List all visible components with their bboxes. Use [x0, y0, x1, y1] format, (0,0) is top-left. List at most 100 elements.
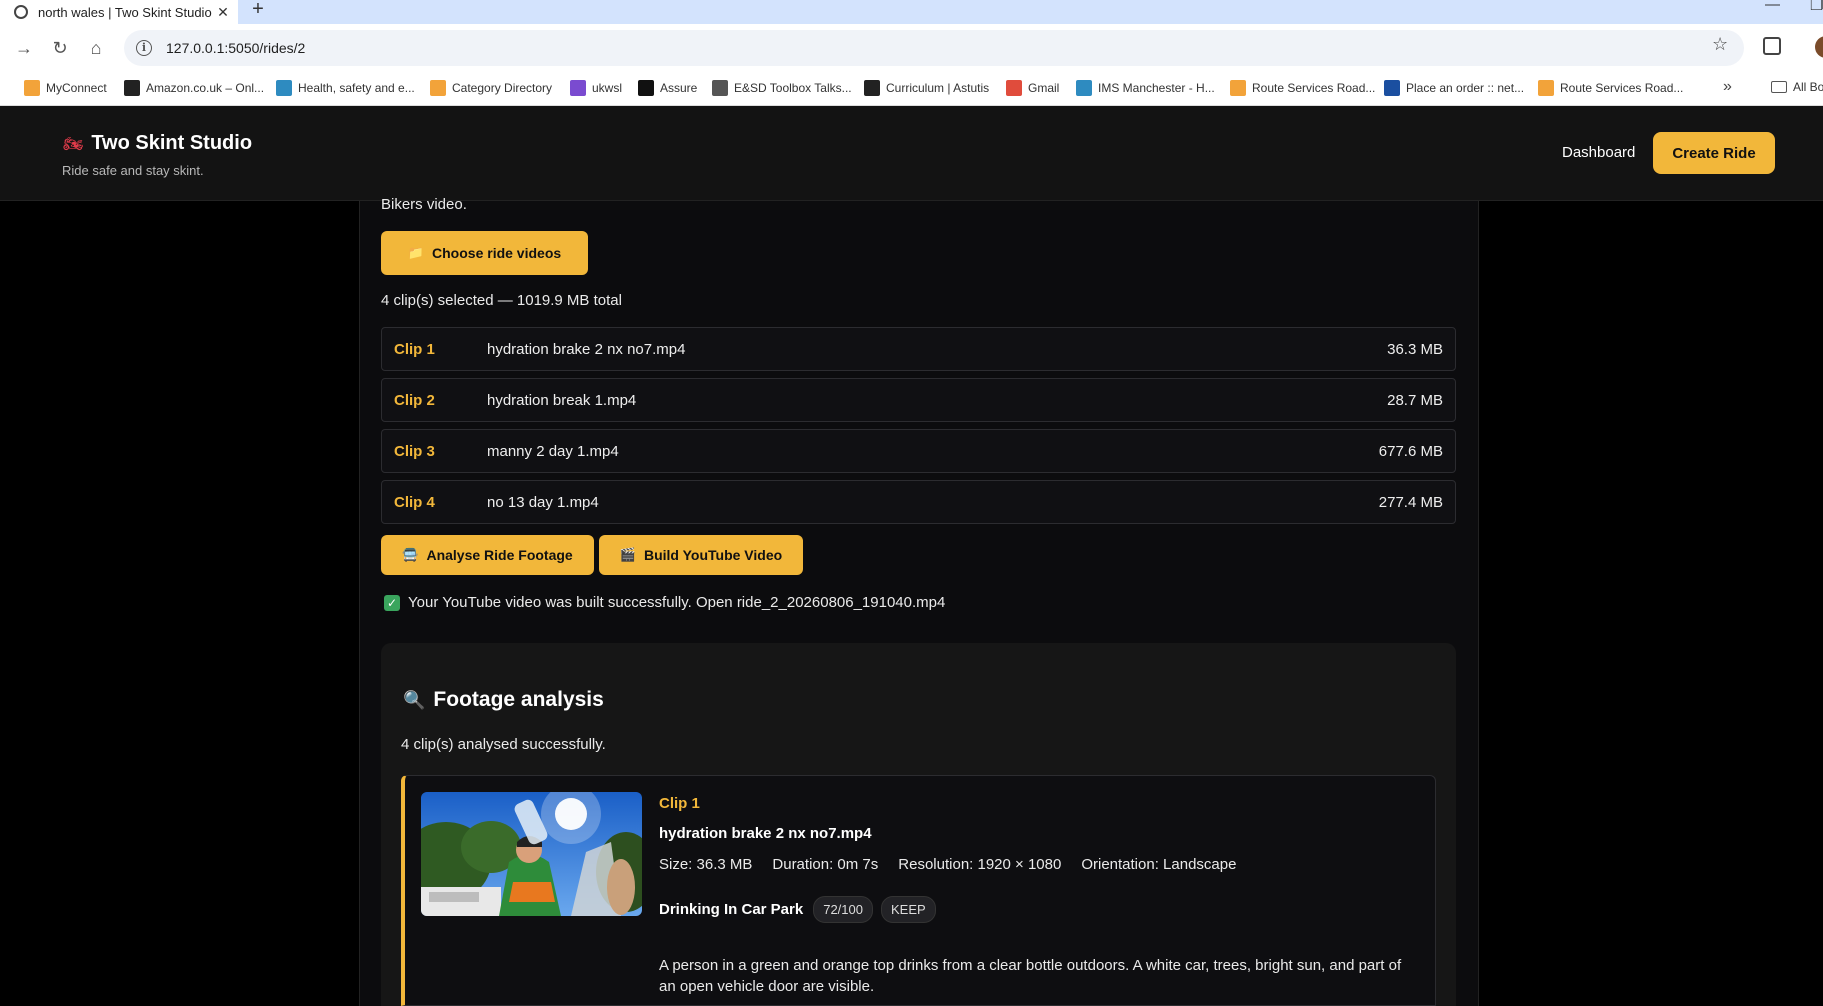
meta-orientation: Orientation: Landscape: [1081, 856, 1237, 873]
clip-description: A person in a green and orange top drink…: [659, 957, 1402, 995]
button-label: Analyse Ride Footage: [426, 547, 573, 563]
info-icon[interactable]: i: [136, 40, 152, 56]
bookmark-item[interactable]: ukwsl: [570, 80, 622, 96]
bookmark-favicon-icon: [864, 80, 880, 96]
forward-icon[interactable]: →: [12, 36, 36, 60]
list-item: Clip 4 no 13 day 1.mp4 277.4 MB: [381, 480, 1456, 524]
tagline: Ride safe and stay skint.: [62, 163, 204, 178]
list-item: Clip 2 hydration break 1.mp4 28.7 MB: [381, 378, 1456, 422]
clip-size: 36.3 MB: [1387, 340, 1443, 358]
bookmark-item[interactable]: Gmail: [1006, 80, 1059, 96]
extensions-icon[interactable]: [1763, 37, 1781, 55]
bookmark-item[interactable]: Assure: [638, 80, 697, 96]
clip-label: Clip 2: [394, 391, 435, 409]
brand-title: Two Skint Studio: [91, 132, 253, 154]
bookmark-item[interactable]: Health, safety and e...: [276, 80, 415, 96]
meta-resolution: Resolution: 1920 × 1080: [898, 856, 1062, 873]
bookmark-item[interactable]: Route Services Road...: [1230, 80, 1375, 96]
clip-thumbnail[interactable]: [421, 792, 642, 916]
app-header: 🏍 Two Skint Studio Ride safe and stay sk…: [0, 106, 1823, 201]
bookmark-favicon-icon: [24, 80, 40, 96]
card-filename: hydration brake 2 nx no7.mp4: [659, 825, 872, 842]
bookmark-favicon-icon: [1538, 80, 1554, 96]
clip-label: Clip 4: [394, 493, 435, 511]
bookmark-favicon-icon: [638, 80, 654, 96]
nav-dashboard-link[interactable]: Dashboard: [1562, 144, 1635, 161]
success-text[interactable]: Your YouTube video was built successfull…: [408, 594, 945, 611]
analyse-ride-footage-button[interactable]: 🚍 Analyse Ride Footage: [381, 535, 594, 575]
restore-icon[interactable]: ❐: [1810, 0, 1823, 14]
close-icon[interactable]: ✕: [212, 4, 234, 21]
new-tab-icon[interactable]: +: [248, 0, 268, 21]
list-item: Clip 1 hydration brake 2 nx no7.mp4 36.3…: [381, 327, 1456, 371]
bookmark-item[interactable]: Category Directory: [430, 80, 552, 96]
bookmark-favicon-icon: [124, 80, 140, 96]
bookmark-item[interactable]: Curriculum | Astutis: [864, 80, 989, 96]
all-bookmarks-button[interactable]: All Bo: [1771, 80, 1823, 94]
clip-label: Clip 1: [394, 340, 435, 358]
clip-filename: hydration brake 2 nx no7.mp4: [487, 340, 686, 358]
meta-size: Size: 36.3 MB: [659, 856, 753, 873]
button-label: Choose ride videos: [432, 245, 562, 261]
bookmark-item[interactable]: Place an order :: net...: [1384, 80, 1524, 96]
folder-icon: [1771, 81, 1787, 93]
folder-icon: 📁: [407, 245, 425, 260]
check-icon: ✓: [384, 594, 400, 611]
bookmark-favicon-icon: [430, 80, 446, 96]
clip-metadata: Size: 36.3 MB Duration: 0m 7s Resolution…: [659, 856, 1256, 873]
selection-summary: 4 clip(s) selected — 1019.9 MB total: [381, 292, 622, 309]
bookmark-favicon-icon: [712, 80, 728, 96]
magnifier-icon: 🔍: [403, 689, 426, 710]
scene-title: Drinking In Car Park: [659, 901, 804, 918]
meta-duration: Duration: 0m 7s: [772, 856, 879, 873]
thumbnail-image: [421, 792, 642, 916]
clip-size: 277.4 MB: [1378, 493, 1443, 511]
browser-toolbar: → ↻ ⌂ i 127.0.0.1:5050/rides/2 ☆: [0, 24, 1823, 72]
tab-title: north wales | Two Skint Studio: [38, 4, 212, 20]
browser-tab[interactable]: north wales | Two Skint Studio ✕: [0, 0, 238, 24]
bookmark-item[interactable]: E&SD Toolbox Talks...: [712, 80, 852, 96]
home-icon[interactable]: ⌂: [84, 36, 108, 60]
bookmark-favicon-icon: [1230, 80, 1246, 96]
bookmark-favicon-icon: [1076, 80, 1092, 96]
create-ride-button[interactable]: Create Ride: [1653, 132, 1775, 174]
score-badge: 72/100: [813, 896, 873, 923]
choose-ride-videos-button[interactable]: 📁 Choose ride videos: [381, 231, 588, 275]
clapperboard-icon: 🎬: [619, 547, 636, 562]
brand[interactable]: 🏍 Two Skint Studio: [63, 132, 252, 155]
bookmark-star-icon[interactable]: ☆: [1712, 34, 1728, 55]
build-youtube-video-button[interactable]: 🎬 Build YouTube Video: [599, 535, 803, 575]
globe-icon: [14, 5, 28, 19]
clip-filename: manny 2 day 1.mp4: [487, 442, 619, 460]
bookmark-favicon-icon: [1006, 80, 1022, 96]
scene-row: Drinking In Car Park 72/100 KEEP: [659, 896, 944, 923]
browser-tab-strip: north wales | Two Skint Studio ✕ + — ❐: [0, 0, 1823, 24]
analysis-summary: 4 clip(s) analysed successfully.: [401, 736, 606, 753]
clip-filename: no 13 day 1.mp4: [487, 493, 599, 511]
analysis-title: Footage analysis: [433, 688, 604, 711]
address-bar[interactable]: i 127.0.0.1:5050/rides/2: [124, 30, 1744, 66]
bookmark-item[interactable]: MyConnect: [24, 80, 107, 96]
bookmark-favicon-icon: [1384, 80, 1400, 96]
url-text: 127.0.0.1:5050/rides/2: [166, 40, 306, 56]
clip-size: 677.6 MB: [1378, 442, 1443, 460]
bookmark-item[interactable]: Amazon.co.uk – Onl...: [124, 80, 264, 96]
clip-label: Clip 3: [394, 442, 435, 460]
card-clip-label: Clip 1: [659, 795, 700, 812]
reload-icon[interactable]: ↻: [48, 36, 72, 60]
bookmark-favicon-icon: [570, 80, 586, 96]
bookmark-item[interactable]: Route Services Road...: [1538, 80, 1683, 96]
bookmark-favicon-icon: [276, 80, 292, 96]
avatar[interactable]: [1815, 36, 1823, 58]
analysis-heading: 🔍 Footage analysis: [403, 688, 604, 712]
bookmarks-bar: MyConnect Amazon.co.uk – Onl... Health, …: [0, 72, 1823, 106]
clip-size: 28.7 MB: [1387, 391, 1443, 409]
success-message: ✓ Your YouTube video was built successfu…: [384, 594, 945, 611]
section-description: Bikers video.: [381, 196, 467, 213]
minimize-icon[interactable]: —: [1765, 0, 1780, 13]
verdict-badge: KEEP: [880, 896, 936, 923]
bookmark-item[interactable]: IMS Manchester - H...: [1076, 80, 1215, 96]
list-item: Clip 3 manny 2 day 1.mp4 677.6 MB: [381, 429, 1456, 473]
motorcycle-icon: 🏍: [63, 135, 84, 153]
more-bookmarks-icon[interactable]: »: [1723, 78, 1732, 96]
